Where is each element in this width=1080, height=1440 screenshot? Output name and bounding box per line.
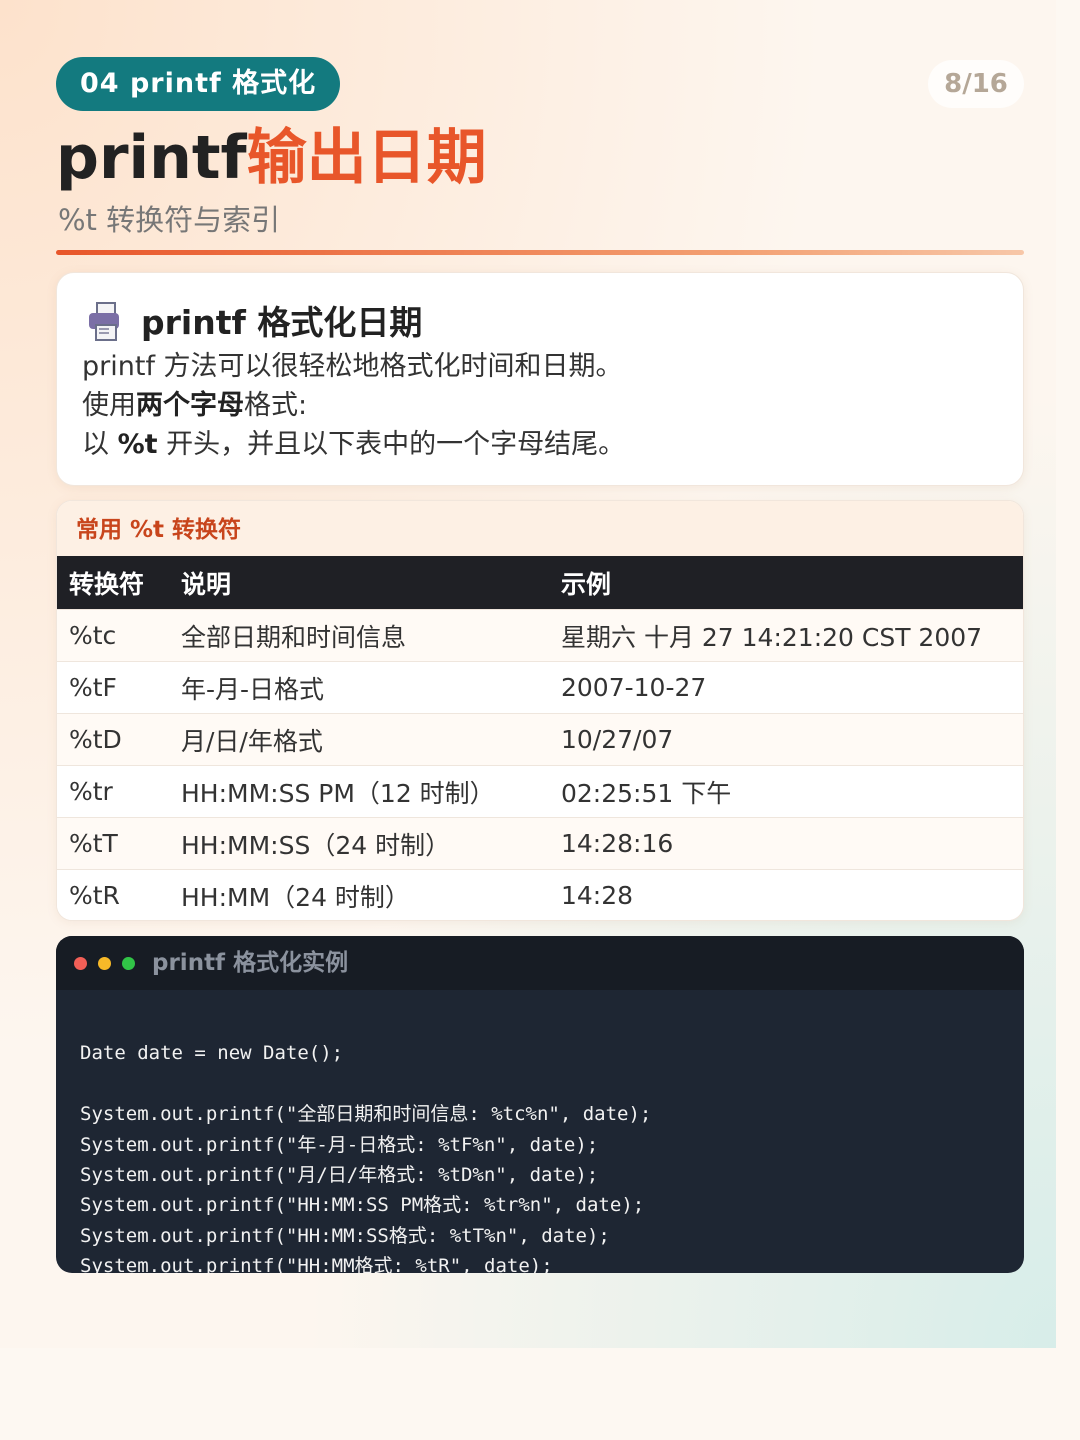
column-header: 示例	[549, 556, 1023, 610]
cell-example: 14:28:16	[549, 817, 1023, 870]
page-title: printf输出日期	[56, 120, 487, 196]
cell-description: 月/日/年格式	[169, 713, 549, 766]
column-header: 说明	[169, 556, 549, 610]
table-header-row: 转换符 说明 示例	[57, 556, 1023, 610]
cell-example: 2007-10-27	[549, 661, 1023, 714]
minimize-dot-icon	[98, 956, 111, 970]
code-line: System.out.printf("HH:MM:SS PM格式: %tr%n"…	[80, 1194, 645, 1217]
intro-line-2: 使用两个字母格式:	[82, 390, 308, 421]
close-dot-icon	[74, 956, 87, 970]
table-row: %tF 年-月-日格式 2007-10-27	[57, 661, 1023, 714]
intro-emphasis: 两个字母	[136, 390, 244, 421]
column-header: 转换符	[57, 556, 169, 610]
title-plain: printf	[56, 123, 247, 193]
table-caption: 常用 %t 转换符	[57, 501, 1023, 556]
code-window-title: printf 格式化实例	[152, 950, 349, 976]
cell-specifier: %tD	[57, 713, 169, 766]
code-line: System.out.printf("HH:MM格式: %tR", date);	[80, 1255, 553, 1273]
conversion-table-card: 常用 %t 转换符 转换符 说明 示例 %tc 全部日期和时间信息 星期六 十月…	[56, 500, 1024, 921]
cell-description: 全部日期和时间信息	[169, 609, 549, 662]
cell-specifier: %tF	[57, 661, 169, 714]
code-line: System.out.printf("全部日期和时间信息: %tc%n", da…	[80, 1103, 652, 1126]
intro-card: printf 格式化日期 printf 方法可以很轻松地格式化时间和日期。 使用…	[56, 272, 1024, 486]
table-row: %tc 全部日期和时间信息 星期六 十月 27 14:21:20 CST 200…	[57, 609, 1023, 662]
intro-card-title: printf 格式化日期	[141, 303, 423, 342]
cell-example: 10/27/07	[549, 713, 1023, 766]
conversion-table: 转换符 说明 示例 %tc 全部日期和时间信息 星期六 十月 27 14:21:…	[57, 556, 1023, 920]
table-row: %tR HH:MM（24 时制） 14:28	[57, 869, 1023, 920]
cell-specifier: %tT	[57, 817, 169, 870]
cell-specifier: %tc	[57, 609, 169, 662]
cell-description: HH:MM（24 时制）	[169, 869, 549, 920]
cell-example: 星期六 十月 27 14:21:20 CST 2007	[549, 609, 1023, 662]
intro-card-header: printf 格式化日期	[87, 295, 422, 345]
cell-example: 02:25:51 下午	[549, 765, 1023, 818]
code-window: printf 格式化实例 Date date = new Date(); Sys…	[56, 936, 1024, 1273]
cell-description: HH:MM:SS（24 时制）	[169, 817, 549, 870]
cell-description: 年-月-日格式	[169, 661, 549, 714]
maximize-dot-icon	[122, 956, 135, 970]
printer-icon	[87, 302, 121, 341]
code-line: System.out.printf("HH:MM:SS格式: %tT%n", d…	[80, 1224, 610, 1247]
intro-code-token: %t	[117, 429, 158, 460]
cell-example: 14:28	[549, 869, 1023, 920]
title-divider	[56, 250, 1024, 255]
section-badge: 04 printf 格式化	[56, 57, 341, 111]
table-row: %tr HH:MM:SS PM（12 时制） 02:25:51 下午	[57, 765, 1023, 818]
page-indicator: 8/16	[928, 60, 1024, 108]
cell-specifier: %tR	[57, 869, 169, 920]
intro-card-text: printf 方法可以很轻松地格式化时间和日期。 使用两个字母格式: 以 %t …	[82, 347, 625, 464]
intro-line-3: 以 %t 开头，并且以下表中的一个字母结尾。	[82, 429, 626, 460]
intro-line-1: printf 方法可以很轻松地格式化时间和日期。	[82, 351, 623, 382]
code-line: System.out.printf("月/日/年格式: %tD%n", date…	[80, 1164, 599, 1187]
table-row: %tD 月/日/年格式 10/27/07	[57, 713, 1023, 766]
table-row: %tT HH:MM:SS（24 时制） 14:28:16	[57, 817, 1023, 870]
code-line: System.out.printf("年-月-日格式: %tF%n", date…	[80, 1133, 599, 1156]
code-line: Date date = new Date();	[80, 1042, 344, 1065]
code-window-titlebar: printf 格式化实例	[56, 936, 1024, 990]
cell-specifier: %tr	[57, 765, 169, 818]
page-subtitle: %t 转换符与索引	[58, 203, 281, 237]
cell-description: HH:MM:SS PM（12 时制）	[169, 765, 549, 818]
code-block: Date date = new Date(); System.out.print…	[80, 1008, 651, 1273]
title-accent: 输出日期	[246, 123, 487, 193]
